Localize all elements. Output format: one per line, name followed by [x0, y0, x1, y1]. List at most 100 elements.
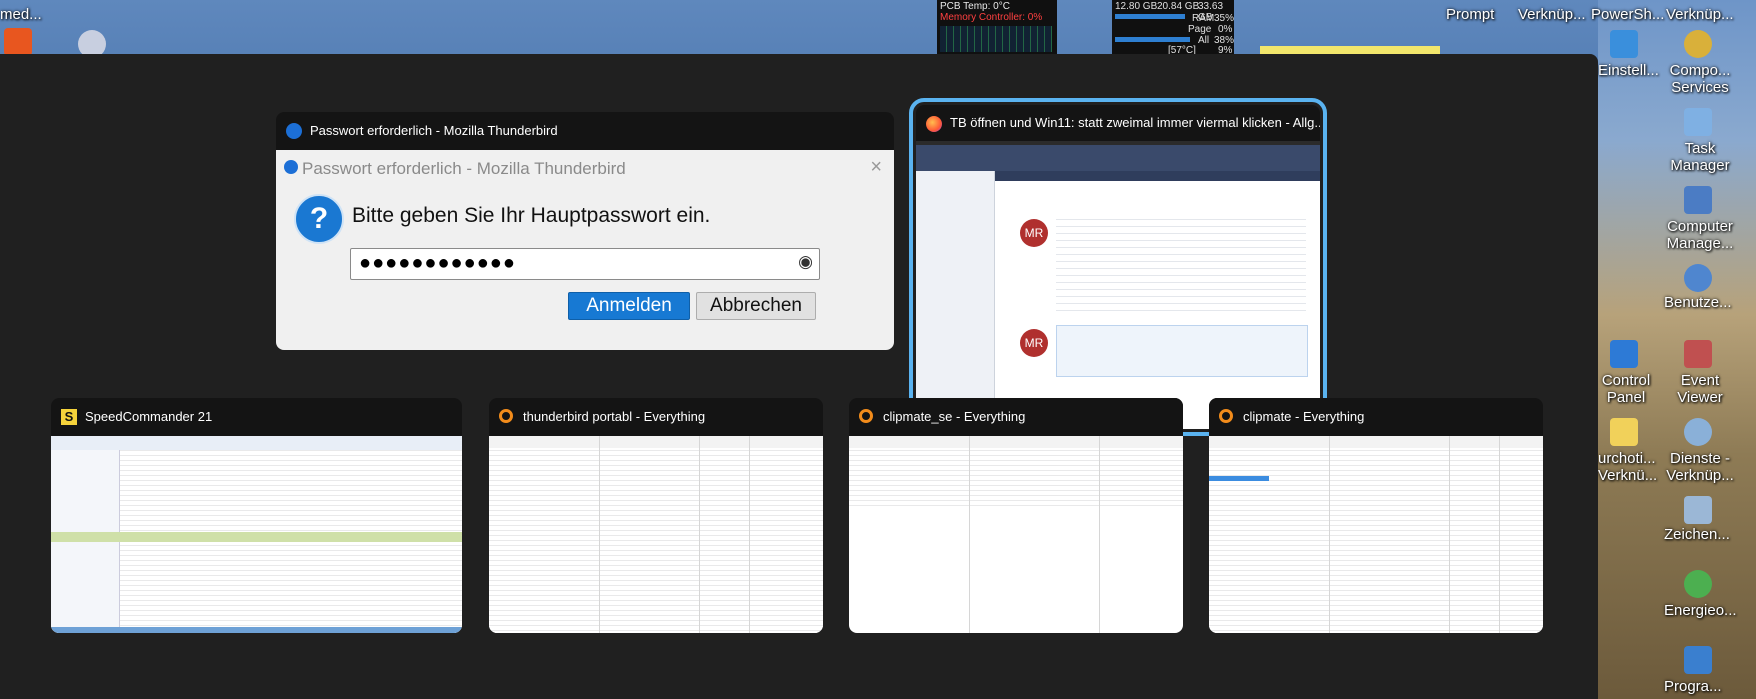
window-card-title: clipmate - Everything [1209, 398, 1543, 436]
computer-management-icon[interactable] [1684, 186, 1712, 214]
desktop-icon-zeichentabelle[interactable]: Zeichen... [1664, 526, 1730, 543]
app-shortcut-icon[interactable] [4, 28, 32, 56]
speedcommander-icon: S [61, 409, 77, 425]
energy-options-icon[interactable] [1684, 570, 1712, 598]
column-divider [1329, 436, 1330, 633]
desktop-icon-task-manager[interactable]: Task Manager [1664, 140, 1736, 174]
character-map-icon[interactable] [1684, 496, 1712, 524]
ram-bar [1115, 14, 1185, 19]
menu-bar [489, 436, 823, 448]
password-field[interactable]: ●●●●●●●●●●●● ◉ [350, 248, 820, 280]
close-icon[interactable]: × [870, 156, 882, 179]
window-card-title: TB öffnen und Win11: statt zweimal immer… [916, 105, 1320, 141]
memory-widget: 12.80 GB 20.84 GB 33.63 GB RAM 35% Page … [1112, 0, 1235, 56]
everything-results-thumbnail [849, 436, 1183, 633]
services-icon[interactable] [1684, 418, 1712, 446]
desktop-icon-event-viewer[interactable]: Event Viewer [1664, 372, 1736, 406]
column-divider [599, 436, 600, 633]
temperature-widget: PCB Temp: 0°C Memory Controller: 0% [937, 0, 1057, 54]
window-card-firefox-forum[interactable]: TB öffnen und Win11: statt zweimal immer… [909, 98, 1327, 436]
desktop-icon-label-topleft: med... [0, 6, 42, 23]
all-bar [1115, 37, 1190, 42]
desktop-icon-prompt[interactable]: Prompt [1446, 6, 1494, 23]
control-panel-icon[interactable] [1610, 340, 1638, 368]
mem-used: 12.80 GB [1115, 1, 1158, 12]
window-card-thunderbird-password[interactable]: Passwort erforderlich - Mozilla Thunderb… [276, 112, 894, 350]
show-password-eye-icon[interactable]: ◉ [798, 252, 813, 272]
everything-search-icon [1219, 409, 1233, 423]
desktop-icon-verknuepfung-1[interactable]: Verknüp... [1518, 6, 1586, 23]
speedcommander-thumbnail [51, 436, 462, 633]
desktop-icon-computer-management[interactable]: Computer Manage... [1660, 218, 1740, 252]
browser-toolbar [916, 145, 1320, 171]
selected-row [1209, 476, 1269, 481]
everything-results-thumbnail [1209, 436, 1543, 633]
thunderbird-icon [284, 160, 298, 174]
results-list [489, 436, 823, 633]
desktop-icon-benutzer[interactable]: Benutze... [1664, 294, 1732, 311]
login-button[interactable]: Anmelden [568, 292, 690, 320]
programs-icon[interactable] [1684, 646, 1712, 674]
everything-search-icon [859, 409, 873, 423]
column-divider [1099, 436, 1100, 633]
desktop-icon-energieoptionen[interactable]: Energieo... [1664, 602, 1737, 619]
page-label: Page [1188, 24, 1212, 35]
column-divider [1499, 436, 1500, 633]
mem-free: 20.84 GB [1157, 1, 1200, 12]
column-divider [699, 436, 700, 633]
users-icon[interactable] [1684, 264, 1712, 292]
password-dialog: Passwort erforderlich - Mozilla Thunderb… [276, 150, 894, 350]
folder-pane [916, 171, 995, 429]
ram-label: RAM [1192, 13, 1215, 24]
reply-box [1056, 325, 1308, 377]
desktop-icon-control-panel[interactable]: Control Panel [1598, 372, 1654, 406]
window-card-title: SpeedCommander 21 [51, 398, 462, 436]
settings-icon[interactable] [1610, 30, 1638, 58]
desktop-icon-durchsuchen[interactable]: urchoti... Verknü... [1598, 450, 1657, 484]
event-viewer-icon[interactable] [1684, 340, 1712, 368]
desktop-icon-verknuepfung-2[interactable]: Verknüp... [1666, 6, 1734, 23]
desktop-icon-einstellungen[interactable]: Einstell... [1598, 62, 1659, 79]
all-label: All [1198, 35, 1210, 46]
window-card-title: clipmate_se - Everything [849, 398, 1183, 436]
results-list [1209, 436, 1543, 633]
ram-value: 35% [1214, 13, 1235, 24]
usage-graph [940, 26, 1052, 52]
menu-bar [1209, 436, 1543, 448]
toolbar [51, 436, 462, 450]
memory-controller-text: Memory Controller: 0% [940, 12, 1043, 23]
pcb-temp-text: PCB Temp: 0°C [940, 1, 1010, 12]
window-card-title: thunderbird portabl - Everything [489, 398, 823, 436]
folder-shortcut-icon[interactable] [1610, 418, 1638, 446]
desktop-icon-component-services[interactable]: Compo... Services [1664, 62, 1736, 96]
tab-bar [51, 532, 462, 542]
window-card-title: Passwort erforderlich - Mozilla Thunderb… [276, 112, 894, 150]
everything-results-thumbnail [489, 436, 823, 633]
window-card-speedcommander[interactable]: SpeedCommander 21 S [51, 398, 462, 633]
column-divider [969, 436, 970, 633]
menu-bar [849, 436, 1183, 448]
everything-search-icon [499, 409, 513, 423]
post-content [1056, 213, 1306, 313]
dialog-message: Bitte geben Sie Ihr Hauptpasswort ein. [352, 204, 711, 227]
firefox-icon [926, 116, 942, 132]
component-services-icon[interactable] [1684, 30, 1712, 58]
cancel-button[interactable]: Abbrechen [696, 292, 816, 320]
column-divider [1449, 436, 1450, 633]
password-value: ●●●●●●●●●●●● [359, 252, 516, 274]
firefox-window-thumbnail: MR MR [916, 145, 1320, 429]
window-card-everything-thunderbird[interactable]: thunderbird portabl - Everything [489, 398, 823, 633]
page-value: 0% [1218, 24, 1233, 35]
task-manager-icon[interactable] [1684, 108, 1712, 136]
window-card-everything-clipmate-se[interactable]: clipmate_se - Everything [849, 398, 1183, 633]
desktop-icon-dienste[interactable]: Dienste - Verknüp... [1664, 450, 1736, 484]
avatar: MR [1020, 219, 1048, 247]
window-card-everything-clipmate[interactable]: clipmate - Everything [1209, 398, 1543, 633]
desktop-icon-powershell[interactable]: PowerSh... [1591, 6, 1664, 23]
thunderbird-icon [286, 123, 302, 139]
sticky-note[interactable] [1260, 46, 1440, 54]
column-divider [749, 436, 750, 633]
desktop-icon-programme[interactable]: Progra... [1664, 678, 1722, 695]
avatar: MR [1020, 329, 1048, 357]
status-bar [51, 627, 462, 633]
